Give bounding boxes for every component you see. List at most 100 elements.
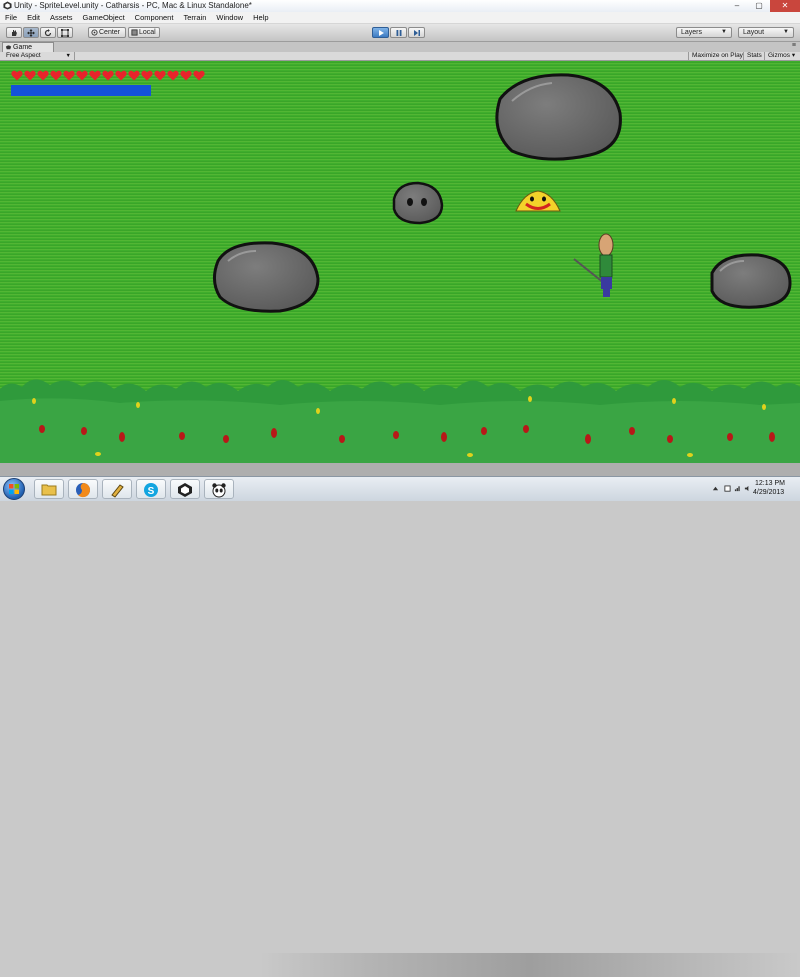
chevron-down-icon: ▼	[783, 29, 789, 35]
taskbar-panda[interactable]	[204, 479, 234, 499]
menu-file[interactable]: File	[0, 12, 22, 23]
show-hidden-icons-icon[interactable]	[712, 485, 719, 492]
hand-tool-button[interactable]	[6, 27, 22, 38]
stats-toggle[interactable]: Stats	[743, 52, 765, 60]
heart-icon	[76, 70, 88, 81]
panda-icon	[212, 483, 226, 498]
layout-label: Layout	[743, 29, 765, 36]
heart-icon	[24, 70, 36, 81]
editor-bottom-strip	[0, 463, 800, 476]
taskbar-unity-editor[interactable]	[102, 479, 132, 499]
rock-right	[710, 253, 792, 309]
network-icon[interactable]	[734, 485, 741, 492]
unity-editor-icon	[111, 484, 124, 498]
rock-left	[213, 241, 320, 313]
heart-icon	[115, 70, 127, 81]
volume-icon[interactable]	[744, 485, 751, 492]
maximize-on-play-toggle[interactable]: Maximize on Play	[688, 52, 746, 60]
clock-time[interactable]: 12:13 PM	[755, 480, 785, 487]
rock-large-top	[495, 73, 622, 161]
heart-icon	[50, 70, 62, 81]
scale-tool-button[interactable]	[57, 27, 73, 38]
menu-component[interactable]: Component	[130, 12, 179, 23]
menu-gameobject[interactable]: GameObject	[78, 12, 130, 23]
health-hearts	[11, 70, 205, 81]
play-button[interactable]	[372, 27, 389, 38]
minimize-button[interactable]: –	[726, 0, 748, 12]
heart-icon	[154, 70, 166, 81]
aspect-label: Free Aspect	[6, 52, 41, 59]
unity-app-icon	[3, 1, 12, 10]
layout-dropdown[interactable]: Layout ▼	[738, 27, 794, 38]
firefox-icon	[76, 483, 91, 498]
rotate-icon	[44, 29, 52, 37]
panel-tab-bar: Game ≡	[0, 42, 800, 52]
tab-game[interactable]: Game	[2, 42, 54, 52]
game-viewport[interactable]	[0, 61, 800, 463]
layers-dropdown[interactable]: Layers ▼	[676, 27, 732, 38]
rotate-tool-button[interactable]	[40, 27, 56, 38]
menu-assets[interactable]: Assets	[45, 12, 78, 23]
pause-button[interactable]	[390, 27, 407, 38]
move-arrows-icon	[27, 29, 35, 37]
layers-label: Layers	[681, 29, 703, 36]
step-icon	[413, 30, 420, 36]
windows-logo-icon	[9, 484, 19, 494]
heart-icon	[63, 70, 75, 81]
heart-icon	[141, 70, 153, 81]
tab-game-label: Game	[13, 44, 33, 51]
heart-icon	[37, 70, 49, 81]
scale-icon	[61, 29, 69, 37]
hand-icon	[12, 30, 17, 36]
taskbar-unity[interactable]	[170, 479, 200, 499]
heart-icon	[11, 70, 23, 81]
taskbar-firefox[interactable]	[68, 479, 98, 499]
pivot-toggle-button[interactable]: Center	[88, 27, 126, 38]
clock-date[interactable]: 4/29/2013	[753, 489, 784, 496]
svg-text:S: S	[148, 486, 155, 497]
game-scene	[0, 73, 800, 463]
game-view-bar: Free Aspect ▼ Maximize on Play Stats Giz…	[0, 52, 800, 61]
aspect-dropdown[interactable]: Free Aspect ▼	[3, 52, 75, 60]
menu-window[interactable]: Window	[211, 12, 248, 23]
chevron-down-icon: ▼	[65, 53, 71, 59]
heart-icon	[180, 70, 192, 81]
step-button[interactable]	[408, 27, 425, 38]
gizmos-dropdown[interactable]: Gizmos ▾	[764, 52, 798, 60]
bush-row	[0, 379, 800, 463]
heart-icon	[167, 70, 179, 81]
maximize-button[interactable]: ▢	[748, 0, 770, 12]
stats-label: Stats	[747, 52, 762, 59]
os-taskbar: S 12:13 PM 4/29/2013	[0, 476, 800, 977]
window-title: Unity - SpriteLevel.unity - Catharsis - …	[14, 1, 252, 10]
space-toggle-button[interactable]: Local	[128, 27, 160, 38]
move-tool-button[interactable]	[23, 27, 39, 38]
action-center-icon[interactable]	[724, 485, 731, 492]
pause-icon	[396, 30, 401, 36]
rock-creature-enemy	[392, 181, 444, 225]
taskbar-explorer[interactable]	[34, 479, 64, 499]
close-button[interactable]: ✕	[770, 0, 800, 12]
taskbar-skype[interactable]: S	[136, 479, 166, 499]
play-icon	[378, 30, 384, 36]
energy-bar	[11, 85, 151, 96]
panel-menu-icon[interactable]: ≡	[792, 42, 796, 49]
heart-icon	[128, 70, 140, 81]
heart-icon	[193, 70, 205, 81]
local-icon	[131, 29, 138, 36]
menu-bar: File Edit Assets GameObject Component Te…	[0, 12, 800, 24]
pivot-icon	[91, 29, 98, 36]
unity-icon	[178, 483, 192, 497]
start-button[interactable]	[3, 478, 25, 500]
menu-edit[interactable]: Edit	[22, 12, 45, 23]
chevron-down-icon: ▼	[721, 29, 727, 35]
menu-help[interactable]: Help	[248, 12, 273, 23]
skype-icon: S	[144, 483, 158, 497]
space-label: Local	[139, 29, 156, 36]
gizmos-label: Gizmos	[768, 52, 791, 59]
explorer-icon	[41, 484, 57, 496]
menu-terrain[interactable]: Terrain	[178, 12, 211, 23]
desktop-wallpaper-peek	[260, 953, 800, 977]
editor-toolbar: Center Local Layers ▼ Layout ▼	[0, 24, 800, 42]
maximize-on-play-label: Maximize on Play	[692, 52, 743, 59]
